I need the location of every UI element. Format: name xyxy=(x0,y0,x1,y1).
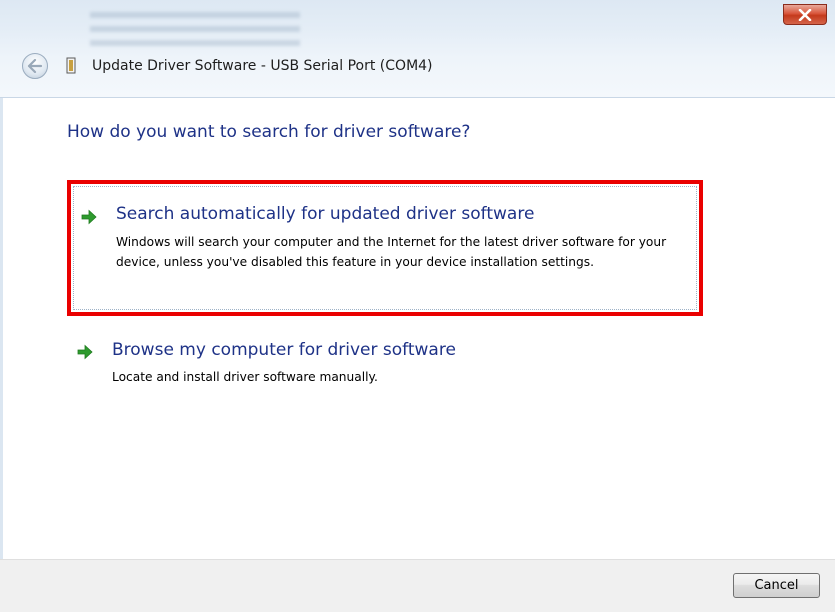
green-arrow-icon xyxy=(77,344,93,360)
cancel-button[interactable]: Cancel xyxy=(733,573,820,598)
usb-device-icon xyxy=(66,57,76,74)
back-arrow-icon xyxy=(27,59,43,73)
green-arrow-icon xyxy=(81,209,97,225)
close-button[interactable] xyxy=(783,4,827,25)
background-blur xyxy=(90,12,300,48)
update-driver-dialog: Update Driver Software - USB Serial Port… xyxy=(0,0,835,612)
page-heading: How do you want to search for driver sof… xyxy=(67,122,471,142)
title-bar: Update Driver Software - USB Serial Port… xyxy=(0,0,835,98)
option-description: Windows will search your computer and th… xyxy=(116,235,667,269)
option-title: Browse my computer for driver software xyxy=(112,340,456,360)
search-automatically-option[interactable]: Search automatically for updated driver … xyxy=(67,180,703,316)
window-title: Update Driver Software - USB Serial Port… xyxy=(92,58,433,74)
back-button[interactable] xyxy=(22,53,48,79)
window-left-edge xyxy=(0,98,3,559)
option-title: Search automatically for updated driver … xyxy=(116,204,535,224)
close-icon xyxy=(798,8,812,21)
browse-computer-option[interactable]: Browse my computer for driver software L… xyxy=(67,340,703,400)
option-description: Locate and install driver software manua… xyxy=(112,370,378,384)
dialog-footer: Cancel xyxy=(0,559,835,612)
